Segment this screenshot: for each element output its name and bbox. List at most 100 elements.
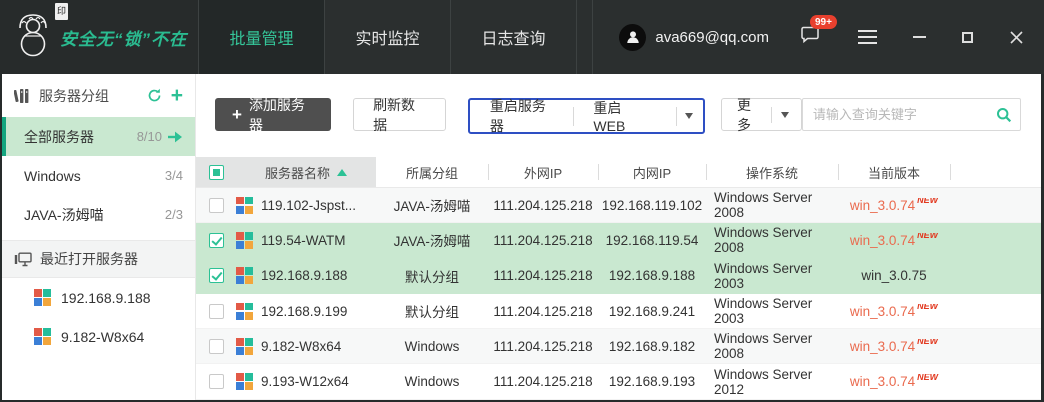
- server-group-list: 全部服务器 8/10 Windows 3/4 JAVA-汤姆喵 2/3: [2, 117, 195, 234]
- server-group-cell: 默认分组: [376, 266, 488, 286]
- title-bar: 印 安全无“锁”不在 批量管理实时监控日志查询 ava669@qq.com 99…: [0, 0, 1044, 74]
- messages-button[interactable]: 99+: [801, 25, 822, 49]
- recent-server-list: 192.168.9.188 9.182-W8x64: [2, 278, 195, 356]
- maximize-button[interactable]: [962, 32, 973, 43]
- version-cell: win_3.0.75: [838, 268, 950, 283]
- close-icon: [1009, 30, 1024, 45]
- column-header-group[interactable]: 所属分组: [376, 157, 488, 187]
- avatar[interactable]: [619, 24, 646, 51]
- server-name-cell: 192.168.9.188: [236, 267, 376, 284]
- refresh-data-button[interactable]: 刷新数据: [353, 98, 446, 131]
- recent-server-item[interactable]: 9.182-W8x64: [2, 317, 195, 356]
- row-checkbox[interactable]: [209, 339, 224, 354]
- restart-web-button[interactable]: 重启WEB: [573, 98, 667, 134]
- toolbar: + 添加服务器 刷新数据 重启服务器 重启WEB 更多: [196, 74, 1041, 157]
- group-count: 2/3: [165, 207, 183, 222]
- menu-button[interactable]: [858, 30, 877, 44]
- new-tag: NEW: [917, 304, 938, 312]
- lan-ip-cell: 192.168.9.188: [598, 268, 706, 283]
- wan-ip-cell: 111.204.125.218: [488, 198, 598, 213]
- table-row[interactable]: 192.168.9.199默认分组111.204.125.218192.168.…: [196, 294, 1041, 329]
- wan-ip-cell: 111.204.125.218: [488, 339, 598, 354]
- recent-server-item[interactable]: 192.168.9.188: [2, 278, 195, 317]
- restart-dropdown-button[interactable]: [667, 100, 703, 132]
- row-checkbox-cell: [196, 233, 236, 248]
- recent-server-name: 9.182-W8x64: [61, 329, 144, 345]
- new-tag: NEW: [917, 233, 938, 241]
- os-cell: Windows Server 2003: [706, 261, 838, 291]
- column-header-version[interactable]: 当前版本: [838, 157, 950, 187]
- group-count: 8/10: [137, 129, 162, 144]
- row-checkbox-cell: [196, 198, 236, 213]
- server-name-cell: 119.102-Jspst...: [236, 197, 376, 214]
- group-name: Windows: [24, 168, 81, 184]
- row-checkbox[interactable]: [209, 198, 224, 213]
- more-button[interactable]: 更多: [721, 98, 802, 131]
- monitor-icon: [14, 252, 32, 267]
- server-group-cell: Windows: [376, 374, 488, 389]
- server-name-cell: 9.193-W12x64: [236, 373, 376, 390]
- group-name: JAVA-汤姆喵: [24, 205, 104, 225]
- server-name: 119.54-WATM: [261, 233, 346, 248]
- windows-logo-icon: [236, 303, 253, 320]
- table-row[interactable]: 192.168.9.188默认分组111.204.125.218192.168.…: [196, 259, 1041, 294]
- column-header-name[interactable]: 服务器名称: [236, 157, 376, 187]
- row-checkbox[interactable]: [209, 374, 224, 389]
- row-checkbox[interactable]: [209, 268, 224, 283]
- tab-log-query[interactable]: 日志查询: [451, 0, 577, 74]
- user-area: ava669@qq.com 99+: [592, 0, 1044, 74]
- minimize-button[interactable]: [913, 36, 926, 38]
- person-icon: [625, 29, 641, 45]
- app-window: 印 安全无“锁”不在 批量管理实时监控日志查询 ava669@qq.com 99…: [0, 0, 1044, 402]
- column-header-os[interactable]: 操作系统: [706, 157, 838, 187]
- server-name-cell: 192.168.9.199: [236, 303, 376, 320]
- column-header-wan-ip[interactable]: 外网IP: [488, 157, 598, 187]
- server-name-cell: 9.182-W8x64: [236, 338, 376, 355]
- group-count: 3/4: [165, 168, 183, 183]
- sidebar-group-windows[interactable]: Windows 3/4: [2, 156, 195, 195]
- server-name: 9.193-W12x64: [261, 374, 349, 389]
- version-cell: win_3.0.74NEW: [838, 198, 950, 213]
- version-cell: win_3.0.74NEW: [838, 374, 950, 389]
- row-checkbox[interactable]: [209, 233, 224, 248]
- server-table-body: 119.102-Jspst...JAVA-汤姆喵111.204.125.2181…: [196, 188, 1041, 400]
- table-row[interactable]: 9.193-W12x64Windows111.204.125.218192.16…: [196, 364, 1041, 399]
- tab-realtime-monitor[interactable]: 实时监控: [325, 0, 451, 74]
- version-text: win_3.0.74: [850, 198, 915, 213]
- column-header-lan-ip[interactable]: 内网IP: [598, 157, 706, 187]
- version-cell: win_3.0.74NEW: [838, 304, 950, 319]
- table-row[interactable]: 119.102-Jspst...JAVA-汤姆喵111.204.125.2181…: [196, 188, 1041, 223]
- sidebar: 服务器分组 + 全部服务器8/10Windows3/4JAVA-汤姆喵2/3 最…: [2, 74, 196, 400]
- chevron-down-icon: [781, 112, 789, 118]
- close-button[interactable]: [1009, 30, 1024, 45]
- wan-ip-cell: 111.204.125.218: [488, 233, 598, 248]
- user-email[interactable]: ava669@qq.com: [655, 29, 769, 46]
- server-name: 9.182-W8x64: [261, 339, 341, 354]
- sort-asc-icon: [337, 169, 347, 176]
- add-group-icon[interactable]: +: [171, 85, 183, 106]
- tab-batch-manage[interactable]: 批量管理: [199, 0, 325, 74]
- add-server-button[interactable]: + 添加服务器: [215, 98, 331, 131]
- new-tag: NEW: [917, 374, 938, 382]
- server-name: 119.102-Jspst...: [261, 198, 356, 213]
- sidebar-group-java-tomcat[interactable]: JAVA-汤姆喵 2/3: [2, 195, 195, 234]
- group-name: 全部服务器: [24, 127, 94, 147]
- version-cell: win_3.0.74NEW: [838, 233, 950, 248]
- row-checkbox[interactable]: [209, 304, 224, 319]
- os-cell: Windows Server 2012: [706, 367, 838, 397]
- search-icon[interactable]: [996, 107, 1012, 123]
- table-row[interactable]: 9.182-W8x64Windows111.204.125.218192.168…: [196, 329, 1041, 364]
- search-input[interactable]: [803, 107, 996, 122]
- lan-ip-cell: 192.168.119.54: [598, 233, 706, 248]
- refresh-groups-icon[interactable]: [147, 88, 162, 103]
- windows-logo-icon: [236, 232, 253, 249]
- server-name-cell: 119.54-WATM: [236, 232, 376, 249]
- windows-logo-icon: [236, 197, 253, 214]
- restart-server-button[interactable]: 重启服务器: [470, 96, 573, 136]
- table-row[interactable]: 119.54-WATMJAVA-汤姆喵111.204.125.218192.16…: [196, 223, 1041, 258]
- restart-button-group: 重启服务器 重启WEB: [468, 98, 705, 134]
- select-all-checkbox[interactable]: [196, 157, 236, 187]
- sidebar-group-all-servers[interactable]: 全部服务器 8/10: [2, 117, 195, 156]
- new-tag: NEW: [917, 339, 938, 347]
- windows-logo-icon: [236, 267, 253, 284]
